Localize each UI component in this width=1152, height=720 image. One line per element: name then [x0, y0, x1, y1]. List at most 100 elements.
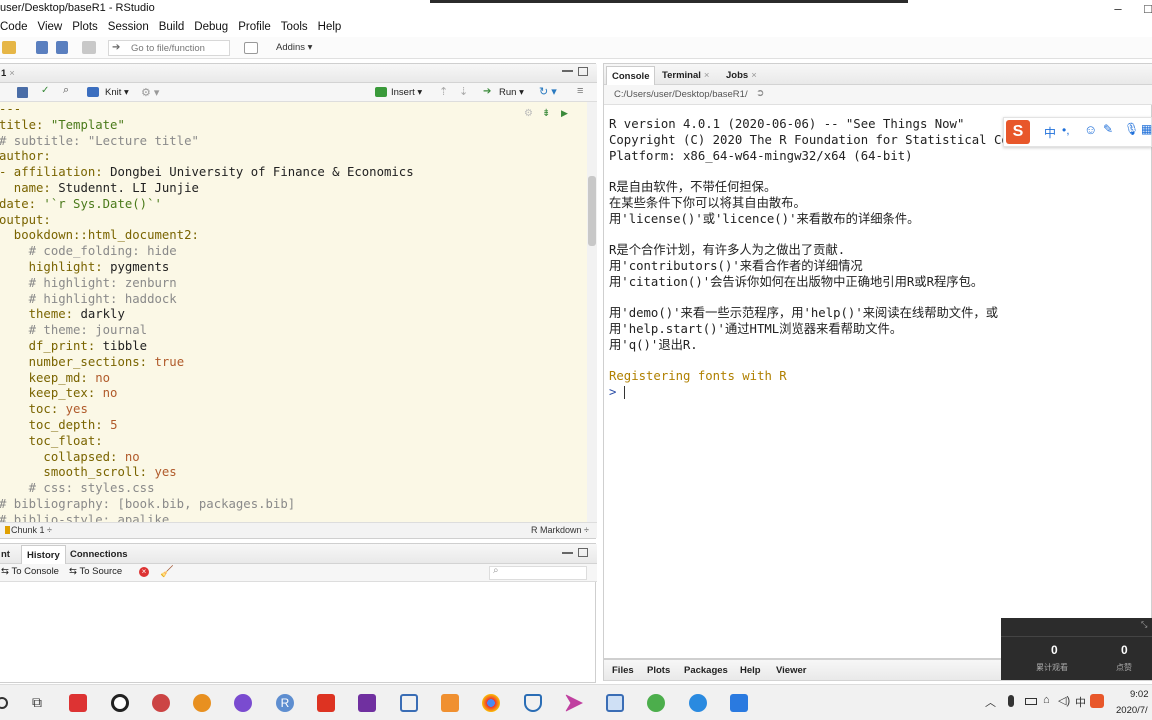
resize-icon[interactable]: ⤡ — [1141, 620, 1147, 630]
delete-icon[interactable]: × — [139, 567, 149, 577]
console-output[interactable]: R version 4.0.1 (2020-06-06) -- "See Thi… — [604, 106, 1152, 658]
send-icon[interactable] — [565, 694, 583, 712]
obs-icon[interactable] — [111, 694, 129, 712]
app-icon[interactable] — [441, 694, 459, 712]
sogou-logo-icon[interactable]: S — [1006, 120, 1030, 144]
app-icon[interactable] — [689, 694, 707, 712]
menu-plots[interactable]: Plots — [67, 19, 103, 37]
editor-tab[interactable]: 1 × — [1, 68, 15, 79]
save-icon[interactable] — [17, 87, 28, 98]
document-mode[interactable]: R Markdown ÷ — [531, 525, 589, 535]
code-editor[interactable]: --- title: "Template" # subtitle: "Lecture… — [0, 102, 587, 522]
menu-view[interactable]: View — [33, 19, 68, 37]
menu-session[interactable]: Session — [103, 19, 154, 37]
spellcheck-icon[interactable]: ✓ — [41, 85, 49, 96]
close-icon[interactable]: × — [9, 68, 15, 79]
paint-icon[interactable] — [234, 694, 252, 712]
menu-debug[interactable]: Debug — [189, 19, 233, 37]
onenote-icon[interactable] — [358, 694, 376, 712]
zotero-icon[interactable] — [152, 694, 170, 712]
search-icon[interactable]: ⌕ — [63, 84, 69, 97]
wechat-icon[interactable] — [647, 694, 665, 712]
chunk-options-icon[interactable]: ⚙ — [524, 108, 533, 119]
run-button[interactable]: Run ▾ — [499, 87, 524, 98]
close-icon[interactable]: × — [751, 70, 757, 81]
chevron-down-icon[interactable]: ⇣ — [459, 85, 468, 98]
close-icon[interactable]: × — [704, 70, 710, 81]
open-folder-icon[interactable] — [2, 41, 16, 54]
volume-icon[interactable]: ◁) — [1058, 694, 1070, 707]
tab-environment[interactable]: nt — [1, 549, 10, 560]
tab-terminal[interactable]: Terminal × — [662, 70, 709, 81]
minimize-button[interactable]: – — [1108, 1, 1128, 16]
tab-plots[interactable]: Plots — [647, 665, 670, 676]
sogou-tray-icon[interactable] — [1090, 694, 1104, 708]
save-all-icon[interactable] — [56, 41, 68, 54]
save-icon[interactable] — [36, 41, 48, 54]
grid-icon[interactable]: ▦ — [1141, 122, 1152, 136]
chevron-up-icon[interactable]: ⇡ — [439, 85, 448, 98]
grid-app-icon[interactable] — [400, 694, 418, 712]
insert-button[interactable]: Insert ▾ — [391, 87, 422, 98]
menu-build[interactable]: Build — [154, 19, 190, 37]
print-icon[interactable] — [82, 41, 96, 54]
outline-icon[interactable]: ≡ — [577, 85, 583, 97]
ime-mode[interactable]: 中 — [1044, 124, 1056, 141]
network-icon[interactable]: ⌂ — [1043, 694, 1050, 706]
tab-jobs[interactable]: Jobs × — [726, 70, 757, 81]
to-console-button[interactable]: ⇆ To Console — [1, 566, 59, 577]
layout-icon[interactable] — [244, 42, 258, 54]
maximize-pane-icon[interactable] — [578, 67, 588, 76]
clock-date[interactable]: 2020/7/ — [1116, 705, 1148, 716]
menu-code[interactable]: Code — [0, 19, 33, 37]
maximize-pane-icon[interactable] — [578, 548, 588, 557]
punctuation-icon[interactable]: •, — [1062, 123, 1070, 137]
chevron-up-icon[interactable]: ︿ — [985, 694, 996, 710]
task-view-icon[interactable]: ⧉ — [28, 694, 46, 712]
search-icon[interactable] — [0, 697, 8, 709]
menu-tools[interactable]: Tools — [276, 19, 313, 37]
everything-search-icon[interactable] — [193, 694, 211, 712]
tab-files[interactable]: Files — [612, 665, 634, 676]
video-icon[interactable] — [730, 694, 748, 712]
minimize-pane-icon[interactable] — [562, 70, 573, 72]
chrome-icon[interactable] — [482, 694, 500, 712]
run-chunk-icon[interactable]: ▶ — [561, 108, 568, 119]
history-search-input[interactable] — [489, 566, 587, 580]
pen-icon[interactable]: ✎ — [1103, 122, 1113, 136]
gear-icon[interactable]: ⚙ ▾ — [141, 86, 159, 99]
knit-button[interactable]: Knit ▾ — [105, 87, 129, 98]
maximize-button[interactable]: □ — [1138, 1, 1152, 16]
tab-console[interactable]: Console — [606, 66, 656, 85]
goto-directory-icon[interactable]: ➲ — [756, 88, 764, 99]
ime-indicator[interactable]: 中 — [1075, 694, 1086, 710]
microphone-icon[interactable] — [1008, 695, 1014, 707]
xmind-icon[interactable] — [69, 694, 87, 712]
chunk-position[interactable]: Chunk 1 ÷ — [11, 525, 52, 535]
microphone-icon[interactable]: 🎙 — [1124, 122, 1139, 136]
console-prompt[interactable]: > — [609, 384, 1152, 400]
run-previous-chunks-icon[interactable]: ⇟ — [542, 108, 550, 119]
rstudio-icon[interactable]: R — [276, 694, 294, 712]
insert-chunk-icon[interactable] — [375, 87, 387, 97]
addins-menu[interactable]: Addins ▾ — [276, 42, 312, 53]
to-source-button[interactable]: ⇆ To Source — [69, 566, 122, 577]
menu-help[interactable]: Help — [313, 19, 347, 37]
emoji-icon[interactable]: ☺ — [1084, 122, 1097, 137]
tab-viewer[interactable]: Viewer — [776, 665, 806, 676]
shield-icon[interactable] — [524, 694, 542, 712]
knit-icon[interactable] — [87, 87, 99, 97]
menu-profile[interactable]: Profile — [233, 19, 276, 37]
broom-icon[interactable]: 🧹 — [160, 565, 174, 578]
clock-time[interactable]: 9:02 — [1130, 689, 1149, 700]
tab-history[interactable]: History — [21, 545, 66, 564]
tab-connections[interactable]: Connections — [70, 549, 128, 560]
editor-scrollbar[interactable] — [587, 102, 597, 522]
editor-scrollbar-thumb[interactable] — [588, 176, 596, 246]
tab-packages[interactable]: Packages — [684, 665, 728, 676]
window-icon[interactable] — [606, 694, 624, 712]
minimize-pane-icon[interactable] — [562, 552, 573, 554]
app-icon[interactable] — [317, 694, 335, 712]
rerun-icon[interactable]: ↻ ▾ — [539, 85, 557, 98]
goto-file-input[interactable]: Go to file/function — [108, 40, 230, 56]
